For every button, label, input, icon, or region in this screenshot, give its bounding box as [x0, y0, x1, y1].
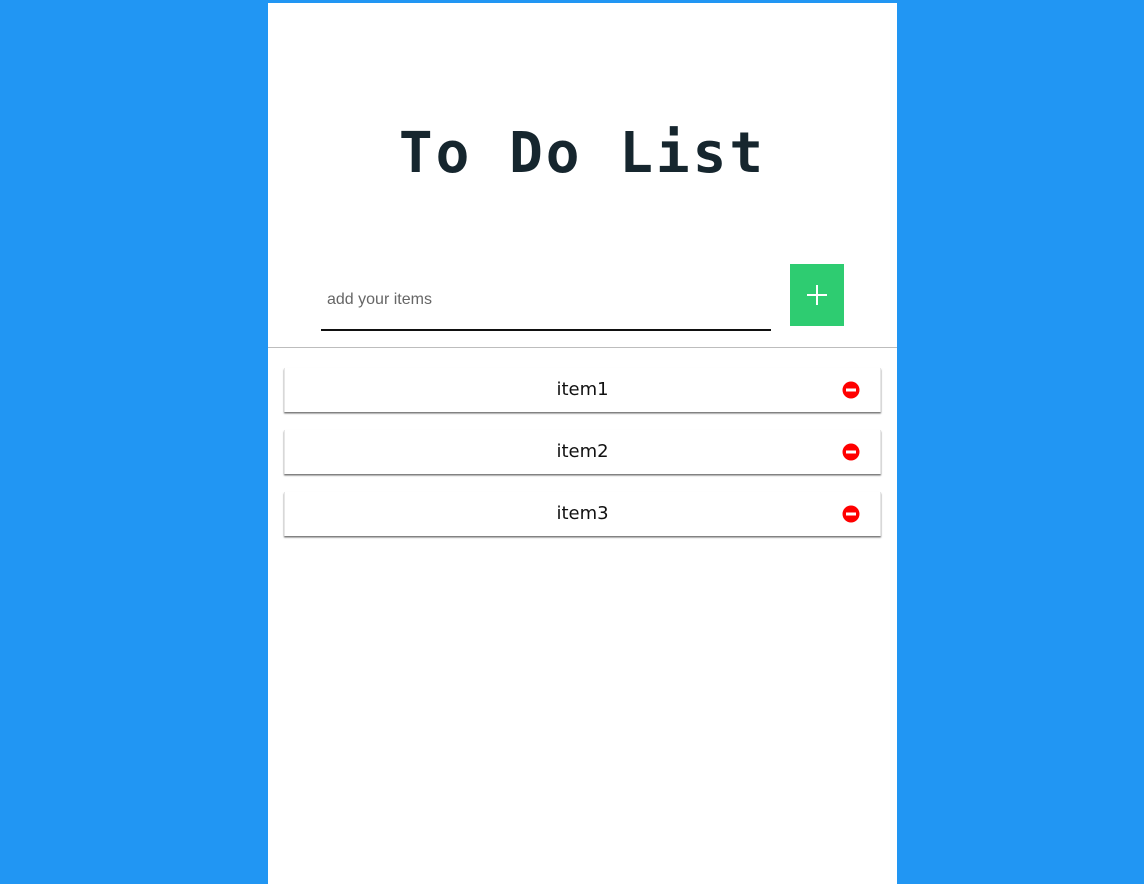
- add-item-button[interactable]: [790, 264, 844, 326]
- todo-app: To Do List item1 item2: [268, 3, 897, 884]
- item-input[interactable]: [321, 271, 771, 329]
- list-item-label: item2: [556, 441, 609, 462]
- minus-circle-icon: [842, 443, 860, 461]
- minus-circle-icon: [842, 381, 860, 399]
- list-item-label: item3: [556, 503, 609, 524]
- list-item: item1: [284, 368, 881, 412]
- remove-item-button[interactable]: [842, 505, 860, 523]
- list-item: item3: [284, 492, 881, 536]
- item-input-wrapper: [321, 271, 771, 331]
- list-item: item2: [284, 430, 881, 474]
- remove-item-button[interactable]: [842, 443, 860, 461]
- page-title: To Do List: [398, 121, 767, 186]
- list-item-label: item1: [556, 379, 609, 400]
- plus-icon: [807, 285, 827, 305]
- remove-item-button[interactable]: [842, 381, 860, 399]
- todo-list: item1 item2 item3: [284, 368, 881, 554]
- minus-circle-icon: [842, 505, 860, 523]
- divider: [268, 347, 897, 348]
